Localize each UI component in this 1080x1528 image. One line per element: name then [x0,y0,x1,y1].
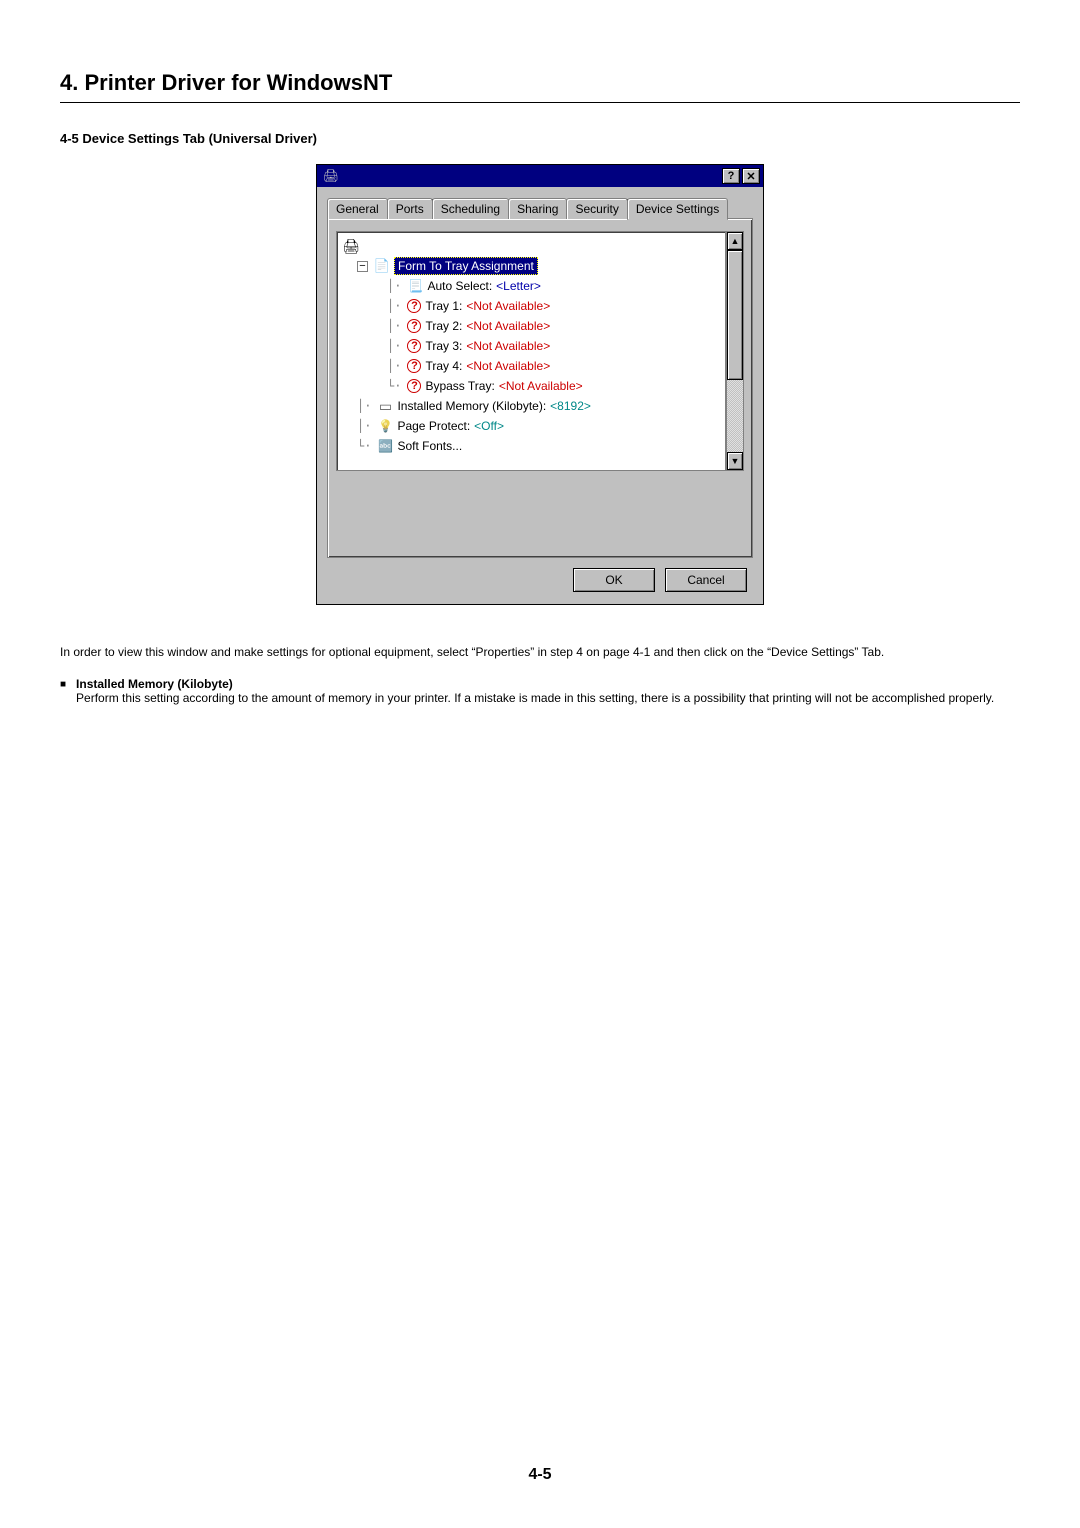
question-icon [407,359,421,373]
tree-tray-1[interactable]: │· Tray 1: <Not Available> [343,296,719,316]
form-icon [374,258,390,274]
tree-auto-select[interactable]: │· Auto Select: <Letter> [343,276,719,296]
tab-general[interactable]: General [327,198,388,219]
bulb-icon [377,418,393,434]
tree-branch-icon: │· [387,279,401,293]
document-icon [407,278,423,294]
tree-branch-icon: │· [357,419,371,433]
tree-item-value: <Not Available> [499,379,583,393]
tree-item-label: Page Protect: [397,419,470,433]
tree-root[interactable] [343,236,719,256]
cancel-button[interactable]: Cancel [665,568,747,592]
tab-sharing[interactable]: Sharing [508,198,567,219]
page-number: 4-5 [0,1466,1080,1484]
tree-item-label: Tray 4: [425,359,462,373]
tree-tray-2[interactable]: │· Tray 2: <Not Available> [343,316,719,336]
tree-item-label: Tray 3: [425,339,462,353]
bullet-text: Perform this setting according to the am… [76,691,994,705]
tree-branch-icon: │· [387,299,401,313]
question-icon [407,339,421,353]
section-title: 4-5 Device Settings Tab (Universal Drive… [60,131,1020,146]
bullet-heading: Installed Memory (Kilobyte) [76,677,233,691]
tree-item-value: <Letter> [496,279,541,293]
chapter-title: 4. Printer Driver for WindowsNT [60,70,1020,96]
tree-item-label: Soft Fonts... [397,439,462,453]
collapse-icon[interactable]: − [357,261,368,272]
question-icon [407,319,421,333]
tab-security[interactable]: Security [566,198,627,219]
scroll-down-button[interactable]: ▼ [727,452,743,470]
tree-branch-icon: │· [387,339,401,353]
tree-form-assignment[interactable]: − Form To Tray Assignment [343,256,719,276]
tab-scheduling[interactable]: Scheduling [432,198,509,219]
description-paragraph: In order to view this window and make se… [60,643,1020,661]
tree-item-value: <Off> [474,419,504,433]
dialog-titlebar: 🖨 ? ✕ [317,165,763,187]
tree-item-label: Tray 2: [425,319,462,333]
question-icon [407,379,421,393]
printer-icon [343,238,359,254]
tree-tray-4[interactable]: │· Tray 4: <Not Available> [343,356,719,376]
settings-tree[interactable]: − Form To Tray Assignment │· Auto Select… [336,231,726,471]
printer-icon: 🖨 [323,168,339,184]
font-icon [377,438,393,454]
close-button[interactable]: ✕ [742,168,760,184]
tree-soft-fonts[interactable]: └· Soft Fonts... [343,436,719,456]
tree-page-protect[interactable]: │· Page Protect: <Off> [343,416,719,436]
question-icon [407,299,421,313]
tree-item-label: Auto Select: [427,279,492,293]
tree-branch-icon: └· [357,439,371,453]
tree-branch-icon: │· [387,359,401,373]
scroll-track[interactable] [727,250,743,452]
ok-button[interactable]: OK [573,568,655,592]
tree-item-value: <8192> [550,399,591,413]
square-bullet-icon: ■ [60,679,66,705]
scroll-thumb[interactable] [727,250,743,380]
tab-device-settings[interactable]: Device Settings [627,198,728,220]
tree-branch-icon: └· [387,379,401,393]
heading-rule [60,102,1020,103]
tree-item-label: Installed Memory (Kilobyte): [397,399,546,413]
tree-installed-memory[interactable]: │· Installed Memory (Kilobyte): <8192> [343,396,719,416]
tree-form-assignment-label: Form To Tray Assignment [394,257,538,275]
bullet-installed-memory: ■ Installed Memory (Kilobyte) Perform th… [60,677,1020,705]
tab-strip: General Ports Scheduling Sharing Securit… [327,197,753,219]
tree-branch-icon: │· [357,399,371,413]
tree-branch-icon: │· [387,319,401,333]
tree-bypass-tray[interactable]: └· Bypass Tray: <Not Available> [343,376,719,396]
help-button[interactable]: ? [722,168,740,184]
tree-item-value: <Not Available> [466,359,550,373]
tree-scrollbar[interactable]: ▲ ▼ [726,231,744,471]
tree-item-label: Tray 1: [425,299,462,313]
device-settings-dialog: 🖨 ? ✕ General Ports Scheduling Sharing S… [316,164,764,605]
tree-item-value: <Not Available> [466,339,550,353]
memory-icon [377,398,393,414]
tree-item-value: <Not Available> [466,299,550,313]
tab-panel: − Form To Tray Assignment │· Auto Select… [327,218,753,558]
tree-item-value: <Not Available> [466,319,550,333]
tree-item-label: Bypass Tray: [425,379,494,393]
tab-ports[interactable]: Ports [387,198,433,219]
scroll-up-button[interactable]: ▲ [727,232,743,250]
tree-tray-3[interactable]: │· Tray 3: <Not Available> [343,336,719,356]
